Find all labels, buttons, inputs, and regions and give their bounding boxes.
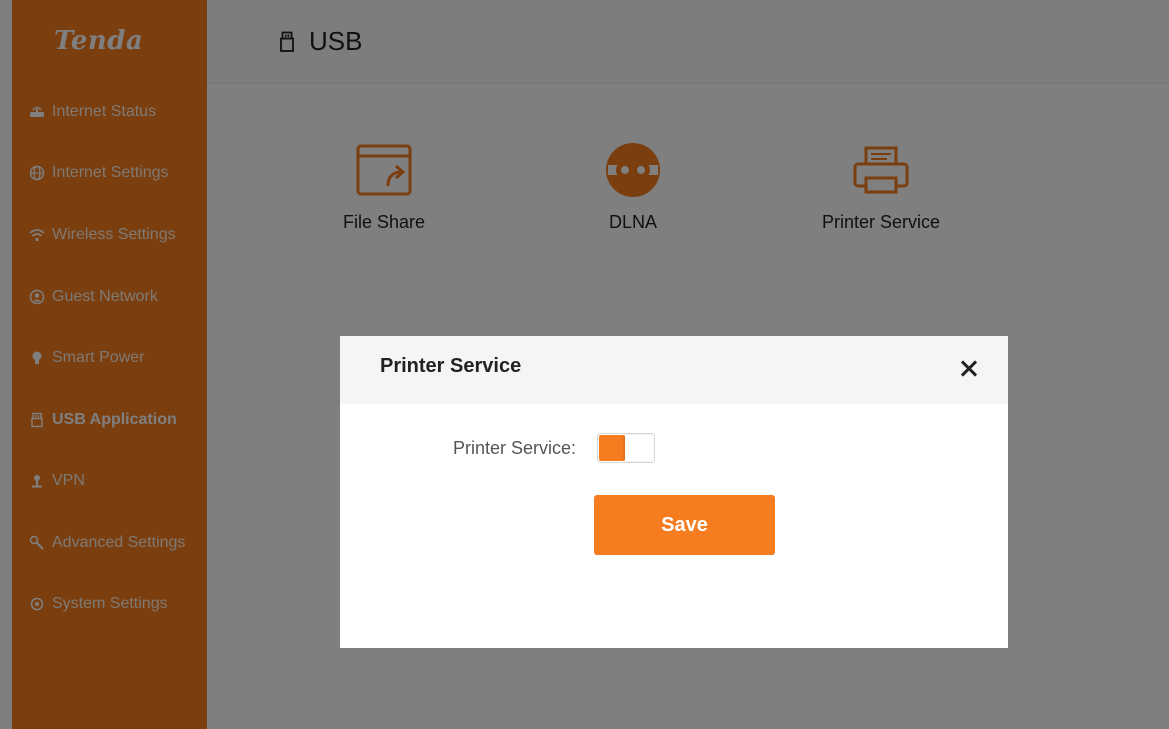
toggle-on-indicator bbox=[599, 435, 625, 461]
printer-service-toggle[interactable] bbox=[597, 433, 655, 463]
dialog-header: Printer Service bbox=[340, 336, 1008, 404]
close-icon[interactable] bbox=[956, 356, 982, 382]
save-button[interactable]: Save bbox=[594, 495, 775, 555]
toggle-knob bbox=[625, 435, 653, 461]
printer-service-dialog: Printer Service Printer Service: Save bbox=[340, 336, 1008, 648]
dialog-title: Printer Service bbox=[380, 355, 522, 377]
printer-service-label: Printer Service: bbox=[453, 438, 577, 458]
